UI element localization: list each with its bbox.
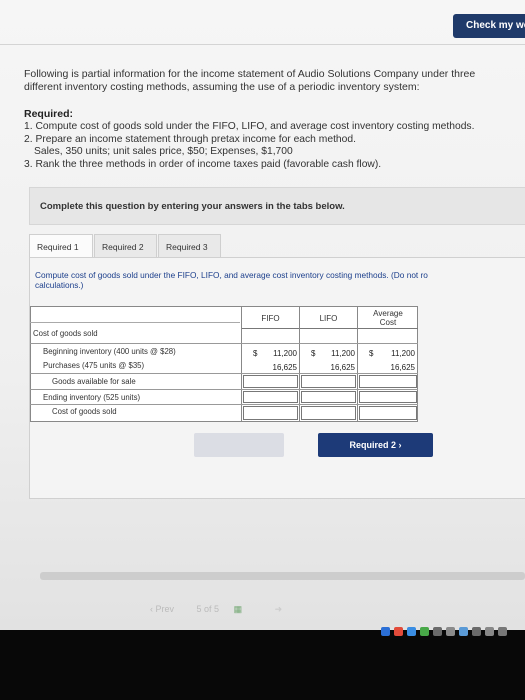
horizontal-scrollbar[interactable] xyxy=(40,572,525,580)
tab-required-1[interactable]: Required 1 xyxy=(29,234,93,258)
assignment-page: Check my wo Following is partial informa… xyxy=(0,0,525,630)
average-cogs-input[interactable] xyxy=(359,406,417,420)
tray-icon[interactable] xyxy=(420,627,429,636)
prompt-line: Compute cost of goods sold under the FIF… xyxy=(35,270,428,280)
lifo-purchases-value[interactable]: 16,625 xyxy=(320,363,355,372)
tray-icon[interactable] xyxy=(394,627,403,636)
required-item: Sales, 350 units; unit sales price, $50;… xyxy=(34,146,293,157)
tray-icon[interactable] xyxy=(459,627,468,636)
question-prompt: Compute cost of goods sold under the FIF… xyxy=(35,270,525,290)
tab-required-2[interactable]: Required 2 xyxy=(94,234,157,258)
tray-icon[interactable] xyxy=(407,627,416,636)
page-indicator: 5 of 5 xyxy=(196,604,220,614)
grid-icon[interactable]: ▦ xyxy=(234,604,243,614)
row-label: Goods available for sale xyxy=(52,377,136,386)
lifo-ending-inventory-input[interactable] xyxy=(301,391,356,403)
check-my-work-button[interactable]: Check my wo xyxy=(453,14,525,38)
column-header-average-cost: Average Cost xyxy=(373,309,403,327)
fifo-purchases-value[interactable]: 16,625 xyxy=(262,363,297,372)
row-label: Purchases (475 units @ $35) xyxy=(43,361,145,370)
currency-symbol: $ xyxy=(369,349,374,358)
prev-button[interactable]: ‹ Prev xyxy=(150,604,174,614)
currency-symbol: $ xyxy=(253,349,258,358)
currency-symbol: $ xyxy=(311,349,316,358)
required-item: 3. Rank the three methods in order of in… xyxy=(24,158,382,170)
required-item: 2. Prepare an income statement through p… xyxy=(24,133,356,145)
required-2-next-button[interactable]: Required 2 › xyxy=(318,433,433,457)
tray-icon[interactable] xyxy=(472,627,481,636)
tray-icon[interactable] xyxy=(381,627,390,636)
column-header-lifo: LIFO xyxy=(319,314,338,323)
tray-icon[interactable] xyxy=(446,627,455,636)
header-divider xyxy=(0,44,525,45)
taskbar xyxy=(0,630,525,700)
fifo-ending-inventory-input[interactable] xyxy=(243,391,298,403)
required-heading: Required: xyxy=(24,108,74,120)
problem-intro: Following is partial information for the… xyxy=(24,68,476,93)
next-arrow-icon[interactable]: ➜ xyxy=(275,604,283,614)
fifo-cogs-input[interactable] xyxy=(243,406,298,420)
lifo-cogs-input[interactable] xyxy=(301,406,356,420)
tray-icon[interactable] xyxy=(485,627,494,636)
tray-icon[interactable] xyxy=(498,627,507,636)
prompt-line: calculations.) xyxy=(35,280,84,290)
row-label: Beginning inventory (400 units @ $28) xyxy=(43,347,176,356)
row-label: Cost of goods sold xyxy=(33,329,98,338)
required-item: 1. Compute cost of goods sold under the … xyxy=(24,121,475,132)
row-label: Cost of goods sold xyxy=(52,407,117,416)
previous-tab-button[interactable] xyxy=(194,433,284,457)
tray-icon[interactable] xyxy=(433,627,442,636)
average-ending-inventory-input[interactable] xyxy=(359,391,417,403)
fifo-beginning-value[interactable]: 11,200 xyxy=(262,349,297,358)
lifo-goods-available-input[interactable] xyxy=(301,375,356,388)
fifo-goods-available-input[interactable] xyxy=(243,375,298,388)
footer-navigation: ‹ Prev 5 of 5 ▦ ➜ xyxy=(150,604,282,615)
column-header-fifo: FIFO xyxy=(261,314,280,323)
instruction-text: Complete this question by entering your … xyxy=(40,201,345,212)
average-beginning-value[interactable]: 11,200 xyxy=(378,349,415,358)
lifo-beginning-value[interactable]: 11,200 xyxy=(320,349,355,358)
average-purchases-value[interactable]: 16,625 xyxy=(378,363,415,372)
required-list: 1. Compute cost of goods sold under the … xyxy=(24,121,519,171)
average-goods-available-input[interactable] xyxy=(359,375,417,388)
tab-required-3[interactable]: Required 3 xyxy=(158,234,221,258)
row-label: Ending inventory (525 units) xyxy=(43,393,141,402)
